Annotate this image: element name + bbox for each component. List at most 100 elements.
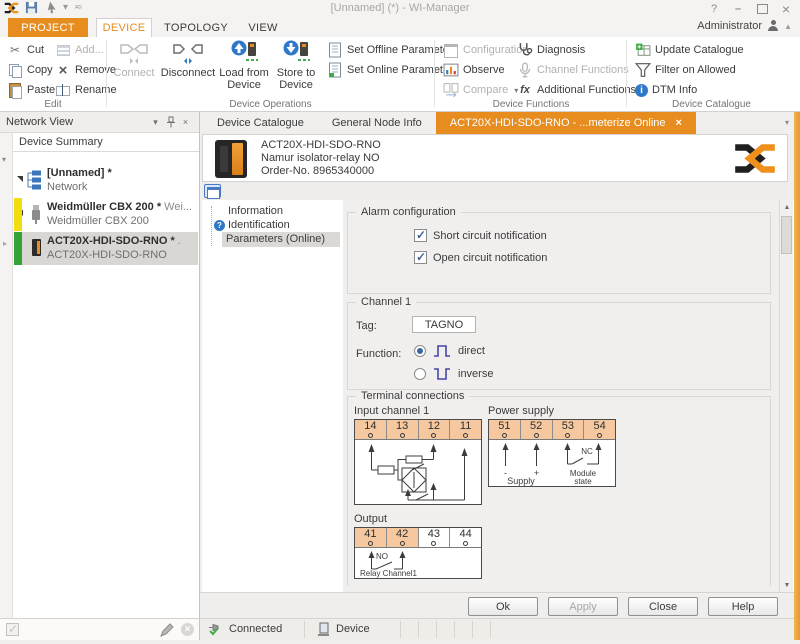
vertical-scrollbar[interactable]: ▲ ▼: [779, 200, 793, 592]
tab-view[interactable]: VIEW: [240, 18, 286, 37]
open-circuit-checkbox[interactable]: [414, 250, 427, 264]
dtm-window-icon[interactable]: [204, 184, 221, 199]
store-to-device-label: Store to Device: [276, 67, 316, 91]
minimize-icon[interactable]: [726, 0, 750, 17]
close-tab-icon[interactable]: [676, 117, 682, 129]
maximize-icon[interactable]: [750, 0, 774, 17]
clear-icon[interactable]: [181, 623, 194, 636]
connect-button[interactable]: Connect: [110, 39, 158, 95]
output-diagram: 41 42 43 44 NO Relay Channel1: [354, 527, 482, 579]
panel-close-icon[interactable]: ×: [178, 115, 193, 130]
pointer-tool-icon[interactable]: [44, 1, 57, 14]
node-title: ACT20X-HDI-SDO-RNO *: [47, 235, 175, 247]
quick-access-toolbar: ▾ ≂: [4, 1, 82, 14]
tree-row-act20x[interactable]: ACT20X-HDI-SDO-RNO * . ACT20X-HDI-SDO-RN…: [13, 232, 198, 265]
store-to-device-button[interactable]: Store to Device: [272, 39, 320, 95]
panel-dropdown-icon[interactable]: ▾: [148, 115, 163, 130]
additional-functions-icon: [517, 82, 533, 98]
qat-dropdown-icon[interactable]: ▾: [63, 2, 68, 13]
tree-row-cbx200[interactable]: Weidmüller CBX 200 * Wei... Weidmüller C…: [13, 198, 198, 231]
tab-general-node-info[interactable]: General Node Info: [318, 112, 436, 134]
tree-row-network[interactable]: [Unnamed] * Network: [13, 164, 198, 197]
help-icon[interactable]: [702, 0, 726, 17]
set-offline-parameter-icon: [329, 42, 341, 58]
apply-button[interactable]: Apply: [548, 597, 618, 616]
diagnosis-button[interactable]: Diagnosis: [514, 41, 588, 59]
update-catalogue-label: Update Catalogue: [655, 44, 744, 56]
power-circuit-svg: - + Supply NC Module state: [502, 443, 602, 486]
scroll-up-icon[interactable]: ▲: [780, 200, 794, 214]
cut-button[interactable]: Cut: [4, 41, 47, 59]
remove-icon: [55, 62, 71, 78]
connection-status: Connected: [208, 622, 282, 636]
dtm-info-button[interactable]: DTM Info: [632, 81, 700, 99]
node-subtitle: Network: [47, 181, 88, 193]
close-window-icon[interactable]: [774, 0, 798, 17]
additional-functions-label: Additional Functions: [537, 84, 637, 96]
scrollbar-thumb[interactable]: [781, 216, 792, 254]
ok-button[interactable]: Ok: [468, 597, 538, 616]
observe-icon: [443, 63, 459, 77]
close-button[interactable]: Close: [628, 597, 698, 616]
device-photo: [215, 140, 247, 178]
inverse-label: inverse: [458, 368, 494, 380]
copy-button[interactable]: Copy: [4, 61, 56, 79]
set-online-parameter-button[interactable]: Set Online Parameter: [324, 61, 456, 79]
status-separator: [490, 621, 491, 638]
load-from-device-button[interactable]: Load from Device: [218, 39, 270, 95]
help-button[interactable]: Help: [708, 597, 778, 616]
subnav-item-identification[interactable]: Identification: [228, 218, 290, 232]
update-catalogue-button[interactable]: Update Catalogue: [632, 41, 747, 59]
pencil-icon[interactable]: [160, 623, 174, 637]
expander-icon[interactable]: [17, 176, 23, 182]
chevron-up-icon[interactable]: ▲: [784, 22, 792, 31]
pin-icon[interactable]: [163, 115, 178, 130]
channel1-group: Channel 1 Tag: Function: direct inve: [347, 296, 771, 390]
channel-functions-button[interactable]: Channel Functions: [514, 61, 632, 79]
remove-button[interactable]: Remove: [52, 61, 119, 79]
inverse-radio[interactable]: [414, 368, 426, 380]
tag-input[interactable]: [412, 316, 476, 333]
terminal-ring: [399, 541, 405, 546]
device-description: Namur isolator-relay NO: [261, 152, 380, 164]
tree-gutter: ▾ ▸: [0, 133, 13, 618]
status-separator: [436, 621, 437, 638]
subnav-item-information[interactable]: Information: [228, 204, 283, 218]
additional-functions-button[interactable]: Additional Functions▾: [514, 81, 649, 99]
set-offline-parameter-button[interactable]: Set Offline Parameter: [324, 41, 456, 59]
tab-device-catalogue[interactable]: Device Catalogue: [203, 112, 318, 134]
compare-button[interactable]: Compare ▾: [440, 81, 521, 99]
tab-project[interactable]: PROJECT: [8, 18, 88, 37]
tab-device[interactable]: DEVICE: [96, 18, 152, 37]
terminal-cell: 11: [450, 420, 481, 439]
svg-text:NC: NC: [581, 447, 593, 456]
administrator-menu[interactable]: Administrator ▲: [697, 20, 792, 32]
terminal-cell: 43: [419, 528, 451, 547]
device-order-no: Order-No. 8965340000: [261, 165, 375, 177]
network-view-panel: Network View ▾ × Device Summary ▾ ▸ [Unn…: [0, 112, 200, 618]
observe-button[interactable]: Observe: [440, 61, 508, 79]
direct-radio[interactable]: [414, 345, 426, 357]
status-bar: Connected Device: [200, 618, 800, 640]
filter-on-allowed-button[interactable]: Filter on Allowed: [632, 61, 739, 79]
add-button[interactable]: Add...: [52, 41, 107, 59]
tab-overflow-icon[interactable]: ▾: [785, 118, 789, 127]
terminal-cell: 41: [355, 528, 387, 547]
save-icon[interactable]: [25, 1, 38, 14]
tab-parameterize-online[interactable]: ACT20X-HDI-SDO-RNO - ...meterize Online: [435, 112, 696, 134]
parameter-subnav: Information Identification Parameters (O…: [202, 200, 343, 592]
device-status-label: Device: [336, 623, 370, 635]
connected-label: Connected: [229, 623, 283, 635]
filter-marker-icon[interactable]: ▾: [2, 155, 6, 164]
footer-checkbox[interactable]: [6, 622, 19, 636]
short-circuit-checkbox[interactable]: [414, 228, 427, 242]
terminal-ring: [533, 433, 539, 438]
qat-customize-icon[interactable]: ≂: [74, 2, 82, 13]
paste-button[interactable]: Paste: [4, 81, 58, 99]
tab-topology[interactable]: TOPOLOGY: [160, 18, 232, 37]
disconnect-button[interactable]: Disconnect: [160, 39, 216, 95]
subnav-item-parameters-online[interactable]: Parameters (Online): [226, 232, 325, 246]
scroll-down-icon[interactable]: ▼: [780, 578, 794, 592]
identification-icon: [214, 220, 225, 231]
device-summary-header[interactable]: Device Summary: [13, 133, 199, 152]
